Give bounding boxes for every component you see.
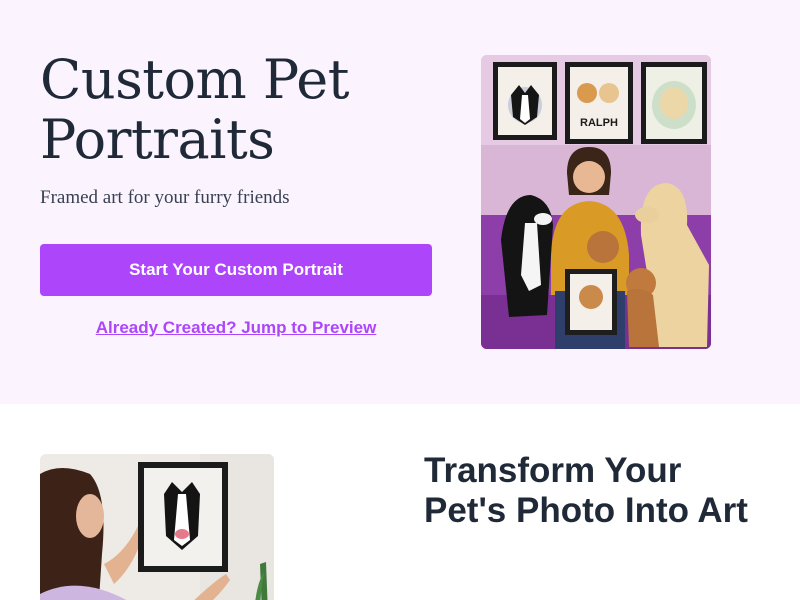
ralph-frame-text: RALPH bbox=[580, 117, 618, 129]
jump-to-preview-link[interactable]: Already Created? Jump to Preview bbox=[40, 318, 432, 338]
feature-image-hanging-frame bbox=[40, 454, 274, 600]
hero-title: Custom Pet Portraits bbox=[40, 48, 349, 171]
hero-section: Custom Pet Portraits Framed art for your… bbox=[0, 0, 800, 404]
hero-image-woman-with-dogs: RALPH bbox=[481, 55, 711, 349]
hero-subtitle: Framed art for your furry friends bbox=[40, 187, 290, 208]
start-custom-portrait-button[interactable]: Start Your Custom Portrait bbox=[40, 244, 432, 296]
feature-title: Transform Your Pet's Photo Into Art bbox=[424, 451, 748, 530]
